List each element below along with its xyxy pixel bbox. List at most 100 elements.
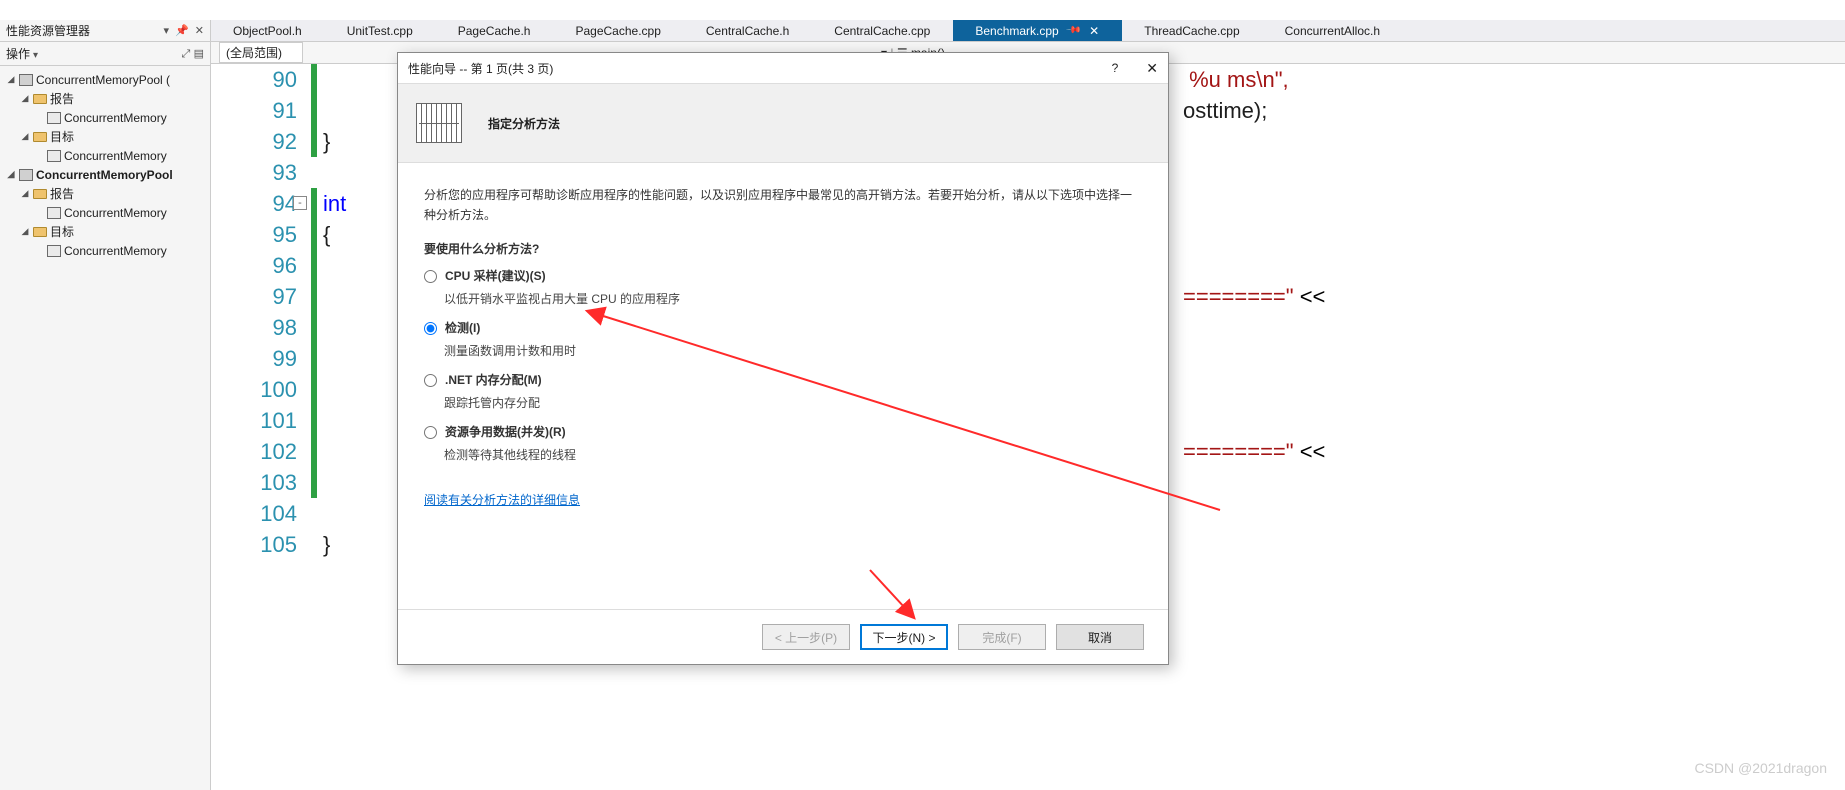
dialog-body: 分析您的应用程序可帮助诊断应用程序的性能问题，以及识别应用程序中最常见的高开销方… (398, 163, 1168, 609)
expand-arrow-icon[interactable]: ◢ (18, 131, 32, 142)
radio-input[interactable] (424, 374, 437, 387)
performance-wizard-dialog: 性能向导 -- 第 1 页(共 3 页) ? ✕ 指定分析方法 分析您的应用程序… (397, 52, 1169, 665)
tree-item-label: 报告 (50, 185, 74, 202)
expand-arrow-icon[interactable]: ◢ (4, 74, 18, 85)
tree-item-label: 目标 (50, 128, 74, 145)
watermark-text: CSDN @2021dragon (1694, 760, 1827, 776)
line-number: 93 (211, 157, 297, 188)
folder-icon (32, 225, 48, 239)
tree-item[interactable]: ConcurrentMemory (0, 108, 210, 127)
editor-tab[interactable]: ObjectPool.h (211, 20, 325, 41)
panel-subtitle[interactable]: 操作 (6, 45, 38, 62)
analysis-option[interactable]: 检测(I) (424, 319, 1142, 336)
pin-icon[interactable]: 📌 (175, 24, 189, 37)
dialog-heading: 指定分析方法 (488, 115, 560, 132)
editor-tab[interactable]: PageCache.h (436, 20, 554, 41)
line-number: 97 (211, 281, 297, 312)
tree-item-label: ConcurrentMemory (64, 111, 167, 125)
dialog-header: 指定分析方法 (398, 83, 1168, 163)
analysis-option[interactable]: 资源争用数据(并发)(R) (424, 423, 1142, 440)
option-label: CPU 采样(建议)(S) (445, 267, 546, 284)
tree-item[interactable]: ◢ ConcurrentMemoryPool (0, 165, 210, 184)
folder-icon (32, 92, 48, 106)
toolbar-icon[interactable]: ▤ (194, 48, 204, 60)
expand-arrow-icon[interactable]: ◢ (4, 169, 18, 180)
radio-input[interactable] (424, 322, 437, 335)
outline-toggle-icon[interactable]: - (293, 196, 307, 210)
tab-label: PageCache.h (458, 24, 531, 38)
tree-item-label: ConcurrentMemoryPool (36, 168, 173, 182)
line-number: 105 (211, 529, 297, 560)
tree-item-label: ConcurrentMemory (64, 206, 167, 220)
line-number: 103 (211, 467, 297, 498)
panel-subtitle-bar: 操作 ⤢ ▤ (0, 42, 210, 66)
close-icon[interactable]: ✕ (195, 24, 204, 37)
editor-tab[interactable]: CentralCache.cpp (812, 20, 953, 41)
line-number: 104 (211, 498, 297, 529)
close-icon[interactable]: ✕ (1089, 24, 1099, 38)
previous-button: < 上一步(P) (762, 624, 850, 650)
tab-label: CentralCache.h (706, 24, 789, 38)
radio-input[interactable] (424, 270, 437, 283)
tab-label: PageCache.cpp (575, 24, 660, 38)
analysis-option[interactable]: CPU 采样(建议)(S) (424, 267, 1142, 284)
analysis-option[interactable]: .NET 内存分配(M) (424, 371, 1142, 388)
editor-tab[interactable]: UnitTest.cpp (325, 20, 436, 41)
tree-item[interactable]: ◢ 报告 (0, 184, 210, 203)
cancel-button[interactable]: 取消 (1056, 624, 1144, 650)
mem2-icon (46, 244, 62, 258)
scope-combo[interactable]: (全局范围) (219, 42, 303, 63)
editor-tab[interactable]: CentralCache.h (684, 20, 812, 41)
line-number: 91 (211, 95, 297, 126)
option-label: .NET 内存分配(M) (445, 371, 542, 388)
intro-text: 分析您的应用程序可帮助诊断应用程序的性能问题，以及识别应用程序中最常见的高开销方… (424, 185, 1142, 226)
next-button[interactable]: 下一步(N) > (860, 624, 948, 650)
mem-icon (18, 73, 34, 87)
expand-arrow-icon[interactable]: ◢ (18, 93, 32, 104)
help-icon[interactable]: ? (1112, 61, 1119, 75)
line-gutter: 90919293949596979899100101102103104105 (211, 64, 311, 560)
tree-item[interactable]: ConcurrentMemory (0, 203, 210, 222)
change-marker (311, 64, 317, 498)
editor-tab[interactable]: Benchmark.cpp 📌 ✕ (953, 20, 1122, 41)
close-icon[interactable]: ✕ (1146, 60, 1158, 77)
question-text: 要使用什么分析方法? (424, 240, 1142, 257)
expand-arrow-icon[interactable]: ◢ (18, 188, 32, 199)
line-number: 101 (211, 405, 297, 436)
finish-button: 完成(F) (958, 624, 1046, 650)
tab-label: UnitTest.cpp (347, 24, 413, 38)
mem2-icon (46, 149, 62, 163)
option-description: 以低开销水平监视占用大量 CPU 的应用程序 (444, 290, 1142, 307)
option-description: 测量函数调用计数和用时 (444, 342, 1142, 359)
tree-item[interactable]: ◢ 目标 (0, 222, 210, 241)
pin-icon[interactable]: 📌 (1065, 22, 1082, 39)
editor-tab[interactable]: ThreadCache.cpp (1122, 20, 1262, 41)
tree-item-label: 目标 (50, 223, 74, 240)
editor-tabs: ObjectPool.h UnitTest.cpp PageCache.h PageC… (211, 20, 1845, 42)
tree-item-label: 报告 (50, 90, 74, 107)
tree-item[interactable]: ◢ 目标 (0, 127, 210, 146)
tree-item[interactable]: ConcurrentMemory (0, 241, 210, 260)
details-link[interactable]: 阅读有关分析方法的详细信息 (424, 491, 580, 508)
tree-item-label: ConcurrentMemoryPool ( (36, 73, 170, 87)
expand-arrow-icon[interactable]: ◢ (18, 226, 32, 237)
option-description: 检测等待其他线程的线程 (444, 446, 1142, 463)
toolbar-icon[interactable]: ⤢ (181, 48, 190, 60)
editor-tab[interactable]: ConcurrentAlloc.h (1263, 20, 1403, 41)
line-number: 94 (211, 188, 297, 219)
line-number: 102 (211, 436, 297, 467)
panel-title-bar: 性能资源管理器 ▾ 📌 ✕ (0, 20, 210, 42)
editor-tab[interactable]: PageCache.cpp (553, 20, 683, 41)
tree-item[interactable]: ◢ 报告 (0, 89, 210, 108)
line-number: 92 (211, 126, 297, 157)
wizard-chart-icon (416, 103, 462, 143)
tree-item[interactable]: ◢ ConcurrentMemoryPool ( (0, 70, 210, 89)
option-description: 跟踪托管内存分配 (444, 394, 1142, 411)
radio-input[interactable] (424, 426, 437, 439)
dropdown-icon[interactable]: ▾ (164, 24, 170, 37)
folder-icon (32, 130, 48, 144)
tab-label: Benchmark.cpp (975, 24, 1058, 38)
tab-label: ConcurrentAlloc.h (1285, 24, 1380, 38)
tree-item[interactable]: ConcurrentMemory (0, 146, 210, 165)
dialog-title-bar: 性能向导 -- 第 1 页(共 3 页) ? ✕ (398, 53, 1168, 83)
